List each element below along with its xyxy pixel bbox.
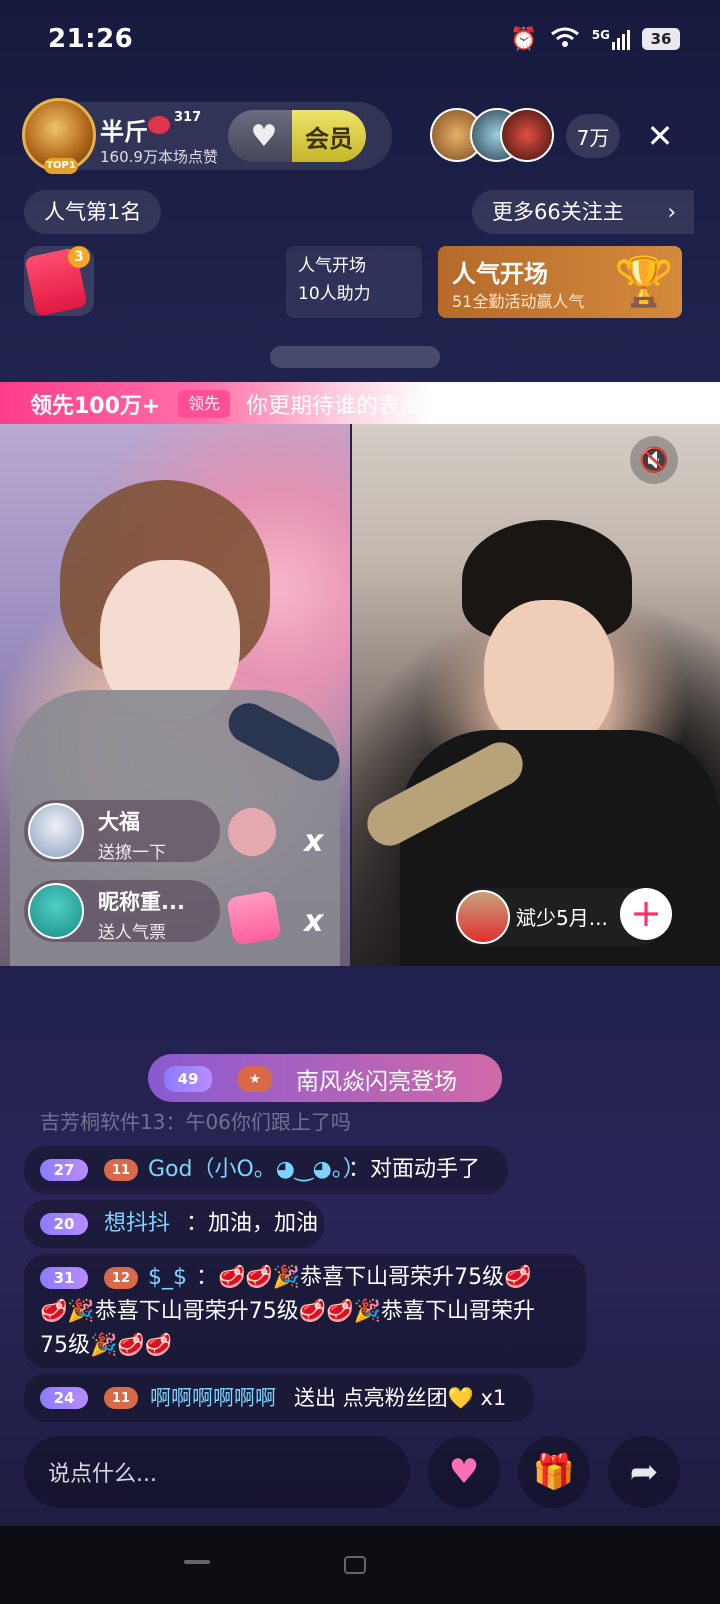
nav-back-indicator[interactable] [184, 1560, 210, 1564]
gift-button[interactable]: 🎁 [518, 1436, 590, 1508]
chat-username[interactable]: God（小O。◕‿◕。） [148, 1152, 365, 1188]
lead-text: 领先100万+ [30, 394, 161, 419]
gifter-avatar[interactable] [28, 883, 84, 939]
assist-line2: 10人助力 [298, 284, 371, 304]
fan-badge-icon: ★ [238, 1066, 272, 1092]
gifter-avatar[interactable] [28, 803, 84, 859]
nav-home-indicator[interactable] [344, 1556, 366, 1574]
level-badge: 31 [40, 1267, 88, 1289]
red-packet-count: 3 [68, 246, 90, 268]
assist-box[interactable]: 人气开场 10人助力 [286, 246, 422, 318]
gift-icon: 🎁 [532, 1452, 576, 1492]
close-button[interactable]: ✕ [638, 114, 682, 158]
level-badge: 27 [40, 1159, 88, 1181]
fan-badge: 11 [104, 1159, 138, 1181]
plus-icon: + [630, 891, 662, 935]
chat-username[interactable]: 啊啊啊啊啊啊 [150, 1380, 276, 1416]
network-type: 5G [591, 28, 610, 42]
more-follows-label: 更多66关注主 [492, 200, 624, 224]
host-likes: 160.9万本场点赞 [100, 148, 218, 166]
status-icons: ⏰ 5G 36 [510, 26, 680, 52]
chat-username[interactable]: $_$ [148, 1260, 187, 1296]
alarm-icon: ⏰ [510, 26, 538, 52]
mute-icon: 🔇 [639, 446, 669, 474]
share-arrow-icon: ➦ [629, 1452, 659, 1492]
meat-icon [148, 116, 170, 134]
comment-placeholder: 说点什么... [48, 1462, 157, 1487]
fan-club-button[interactable]: ♥ [228, 110, 300, 162]
share-button[interactable]: ➦ [608, 1436, 680, 1508]
heart-icon: ♥ [448, 1452, 480, 1492]
chat-text-line: ：🥩🥩🎉恭喜下山哥荣升75级🥩 [196, 1265, 532, 1290]
banner-title: 人气开场 [452, 260, 548, 288]
gift-multiplier: x [304, 824, 324, 859]
guest-avatar[interactable] [456, 890, 510, 944]
gift-action: 送人气票 [98, 923, 166, 943]
level-badge: 24 [40, 1387, 88, 1409]
chat-text-line: 75级🎉🥩🥩 [40, 1333, 173, 1358]
more-follows-button[interactable]: 更多66关注主 › [472, 190, 694, 234]
chat-text: ：加油，加油 [186, 1211, 319, 1236]
battery-icon: 36 [642, 28, 680, 50]
signal-icon: 5G [592, 28, 630, 50]
like-button[interactable]: ♥ [428, 1436, 500, 1508]
vip-button[interactable]: 会员 [292, 110, 366, 162]
gifter-name: 大福 [98, 810, 140, 834]
banner-subtitle: 51全勤活动赢人气 [452, 292, 585, 311]
gift-multiplier: x [304, 904, 324, 939]
performer-face [484, 600, 614, 750]
fan-badge: 12 [104, 1267, 138, 1289]
fan-badge: 11 [104, 1387, 138, 1409]
host-name[interactable]: 半斤 [100, 112, 148, 147]
popularity-rank[interactable]: 人气第1名 [24, 190, 162, 234]
chevron-right-icon: › [667, 200, 676, 224]
ticket-icon [226, 890, 282, 946]
follow-guest-button[interactable]: + [620, 888, 672, 940]
chat-username[interactable]: 想抖抖 [104, 1206, 170, 1242]
trophy-icon: 🏆 [614, 254, 674, 310]
mute-button[interactable]: 🔇 [630, 436, 678, 484]
assist-line1: 人气开场 [298, 256, 366, 276]
gift-action: 送撩一下 [98, 843, 166, 863]
chat-text-line: 🥩🎉恭喜下山哥荣升75级🥩🥩🎉恭喜下山哥荣升 [40, 1299, 535, 1324]
chat-text: 送出 点亮粉丝团💛 x1 [294, 1386, 507, 1410]
status-time: 21:26 [48, 24, 134, 54]
guest-name: 斌少5月... [516, 906, 608, 930]
wifi-icon [550, 26, 580, 52]
heart-icon: ♥ [250, 118, 278, 154]
level-badge: 20 [40, 1213, 88, 1235]
close-icon: ✕ [646, 117, 674, 155]
lead-tag: 领先 [178, 390, 230, 418]
host-level: 317 [174, 110, 202, 125]
progress-strip [270, 346, 440, 368]
gifter-name: 昵称重... [98, 890, 185, 914]
pk-question[interactable]: 你更期待谁的表演? [246, 388, 434, 420]
chat-text: ：对面动手了 [348, 1157, 481, 1182]
viewer-avatar[interactable] [500, 108, 554, 162]
gift-icon [228, 808, 276, 856]
entrance-text: 南风焱闪亮登场 [296, 1069, 457, 1095]
top-badge: TOP1 [44, 158, 78, 174]
chat-faded-message: 吉芳桐软件13：午06你们跟上了吗 [40, 1110, 351, 1134]
level-badge: 49 [164, 1066, 212, 1092]
viewer-count[interactable]: 7万 [566, 114, 620, 158]
